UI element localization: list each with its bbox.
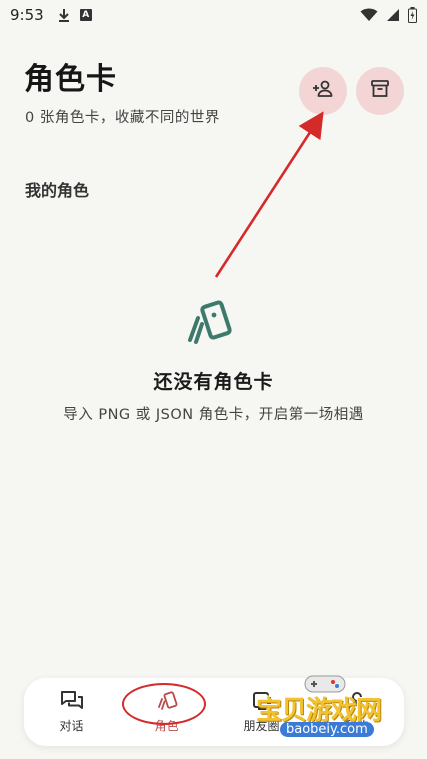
add-person-icon bbox=[311, 77, 335, 105]
cards-icon bbox=[186, 300, 238, 346]
chat-icon bbox=[60, 690, 84, 712]
archive-button[interactable] bbox=[356, 67, 404, 115]
signal-icon bbox=[386, 8, 400, 22]
page-title: 角色卡 bbox=[24, 62, 117, 97]
empty-state-description: 导入 PNG 或 JSON 角色卡，开启第一场相遇 bbox=[63, 407, 364, 423]
a-icon: A bbox=[79, 9, 92, 21]
watermark: 宝贝游戏网 baobeiy.com bbox=[256, 672, 416, 754]
add-character-button[interactable] bbox=[299, 67, 347, 115]
empty-state-title: 还没有角色卡 bbox=[153, 371, 274, 393]
status-bar: 9:53 A bbox=[0, 0, 427, 30]
nav-item-chat[interactable]: 对话 bbox=[24, 678, 119, 746]
archive-icon bbox=[369, 78, 391, 104]
download-icon bbox=[58, 8, 70, 22]
wifi-icon bbox=[360, 8, 378, 22]
watermark-url: baobeiy.com bbox=[280, 722, 374, 737]
annotation-highlight-ellipse bbox=[122, 683, 206, 725]
battery-icon bbox=[408, 7, 417, 23]
status-time: 9:53 bbox=[10, 6, 44, 24]
nav-label-chat: 对话 bbox=[59, 719, 84, 733]
page-subtitle: 0 张角色卡，收藏不同的世界 bbox=[25, 110, 220, 126]
section-title-my-characters: 我的角色 bbox=[25, 181, 90, 200]
